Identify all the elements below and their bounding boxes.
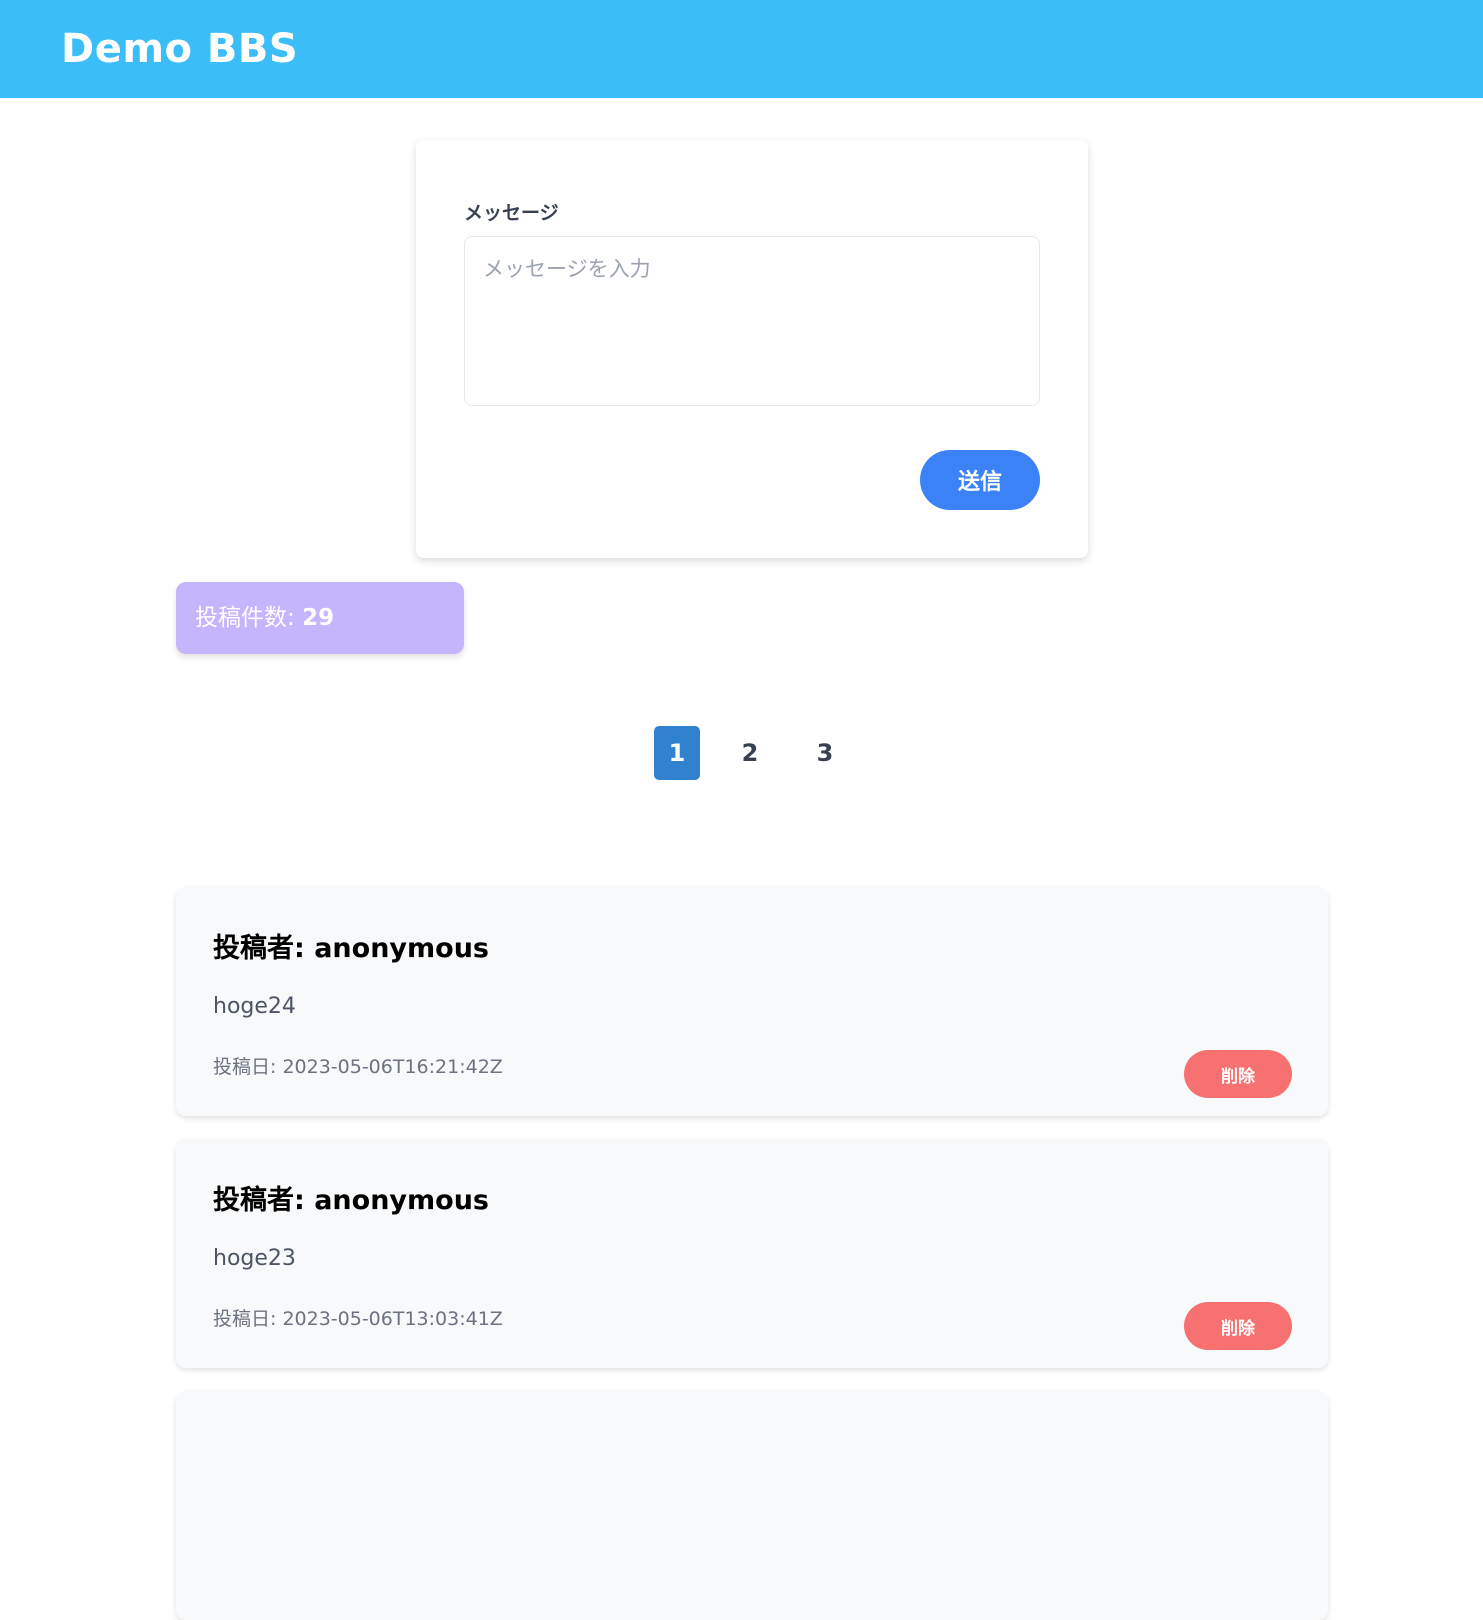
post-author: 投稿者: anonymous	[213, 1185, 489, 1216]
app-title: Demo BBS	[61, 26, 299, 72]
post-count-badge: 投稿件数: 29	[176, 582, 464, 654]
page-link-3[interactable]: 3	[802, 726, 848, 780]
post-form-card: メッセージ 送信	[416, 140, 1088, 558]
post-body: hoge23	[213, 1246, 296, 1271]
delete-button[interactable]: 削除	[1184, 1050, 1292, 1098]
post-card: 投稿者: anonymous hoge23 投稿日: 2023-05-06T13…	[176, 1140, 1328, 1368]
post-count-label: 投稿件数:	[195, 605, 303, 631]
message-textarea[interactable]	[464, 236, 1040, 406]
delete-button[interactable]: 削除	[1184, 1302, 1292, 1350]
page-link-2[interactable]: 2	[727, 726, 773, 780]
message-label: メッセージ	[464, 202, 559, 224]
submit-button[interactable]: 送信	[920, 450, 1040, 510]
post-count-value: 29	[302, 605, 335, 631]
post-card	[176, 1392, 1328, 1620]
app-header: Demo BBS	[0, 0, 1483, 98]
post-card: 投稿者: anonymous hoge24 投稿日: 2023-05-06T16…	[176, 888, 1328, 1116]
post-body: hoge24	[213, 994, 296, 1019]
post-date: 投稿日: 2023-05-06T13:03:41Z	[213, 1308, 503, 1330]
page-link-1[interactable]: 1	[654, 726, 700, 780]
post-author: 投稿者: anonymous	[213, 933, 489, 964]
post-date: 投稿日: 2023-05-06T16:21:42Z	[213, 1056, 503, 1078]
